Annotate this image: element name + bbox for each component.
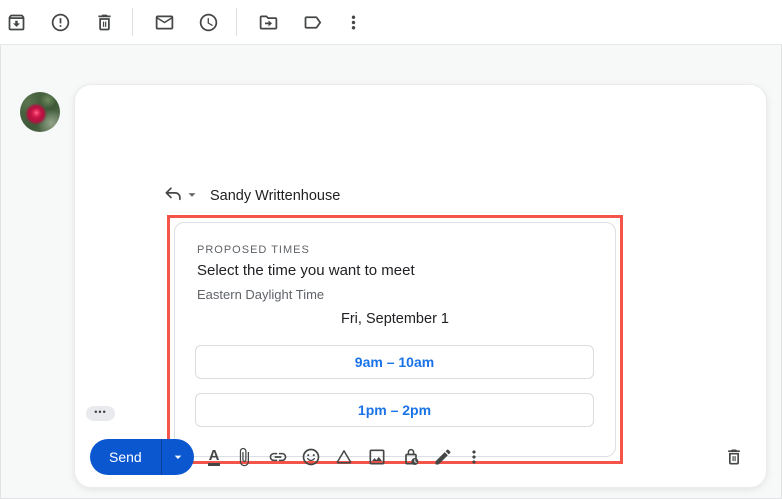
move-to-button[interactable] [256,10,280,34]
sender-avatar[interactable] [20,92,60,132]
discard-draft-icon [724,447,744,467]
reply-type-button[interactable] [162,184,184,206]
drive-icon [334,447,354,467]
proposed-times-date: Fri, September 1 [175,311,615,327]
send-options-button[interactable] [161,439,194,475]
attach-file-icon [234,447,254,467]
recipient-name: Sandy Writtenhouse [210,188,340,204]
time-slot-button[interactable]: 1pm – 2pm [195,393,594,427]
highlight-red-box: PROPOSED TIMES Select the time you want … [167,215,623,464]
archive-button[interactable] [4,10,28,34]
gmail-message-view: { "colors": { "send_blue": "#0b57d0", "s… [0,0,782,499]
insert-emoji-icon [301,447,321,467]
report-spam-icon [50,12,71,33]
time-slot-button[interactable]: 9am – 10am [195,345,594,379]
proposed-times-kicker: PROPOSED TIMES [197,244,310,256]
more-options-icon [343,12,364,33]
archive-icon [6,12,27,33]
labels-button[interactable] [300,10,324,34]
proposed-times-panel: PROPOSED TIMES Select the time you want … [174,222,616,457]
insert-link-button[interactable] [267,446,289,468]
ellipsis-icon: ••• [94,408,106,417]
snooze-button[interactable] [196,10,220,34]
send-button-group: Send [90,439,194,475]
proposed-times-title: Select the time you want to meet [197,262,415,279]
reply-dropdown-button[interactable] [185,188,199,202]
message-toolbar [0,0,782,45]
delete-button[interactable] [92,10,116,34]
more-options-icon [464,447,484,467]
delete-icon [94,12,115,33]
reply-icon [163,184,183,204]
insert-from-drive-button[interactable] [333,446,355,468]
reply-compose-card: Sandy Writtenhouse PROPOSED TIMES Select… [75,85,766,487]
chevron-down-icon [185,188,199,202]
labels-icon [302,12,323,33]
signature-pen-icon [433,447,453,467]
proposed-times-timezone: Eastern Daylight Time [197,287,324,302]
toolbar-divider [132,8,133,36]
toolbar-divider [236,8,237,36]
report-spam-button[interactable] [48,10,72,34]
mark-unread-button[interactable] [152,10,176,34]
insert-link-icon [268,447,288,467]
insert-image-icon [367,447,387,467]
snooze-icon [198,12,219,33]
more-options-button[interactable] [341,10,365,34]
insert-emoji-button[interactable] [300,446,322,468]
send-button[interactable]: Send [90,439,161,475]
confidential-mode-button[interactable] [400,446,422,468]
insert-image-button[interactable] [366,446,388,468]
move-to-icon [258,12,279,33]
attach-file-button[interactable] [233,446,255,468]
formatting-icon: A [208,448,221,466]
more-compose-options-button[interactable] [463,446,485,468]
insert-signature-button[interactable] [432,446,454,468]
mark-unread-icon [154,12,175,33]
confidential-mode-icon [401,447,421,467]
discard-draft-button[interactable] [723,446,745,468]
chevron-down-icon [170,449,186,465]
show-trimmed-content-button[interactable]: ••• [86,406,115,421]
formatting-options-button[interactable]: A [203,446,225,468]
